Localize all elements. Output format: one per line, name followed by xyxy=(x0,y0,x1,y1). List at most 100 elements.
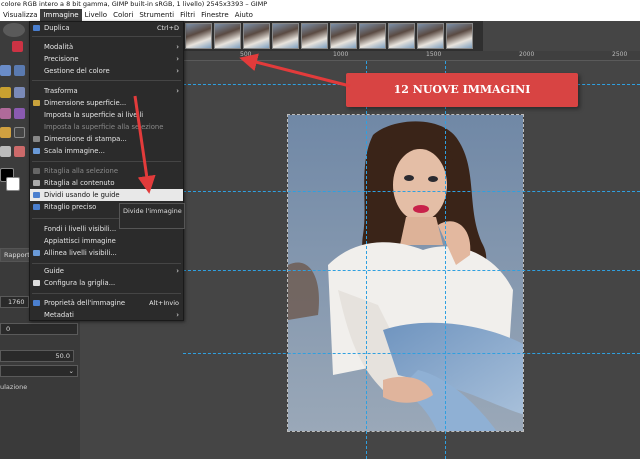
text-tool-icon[interactable] xyxy=(14,146,25,157)
menu-separator xyxy=(32,293,181,294)
menubar: Visualizza Immagine Livello Colori Strumenti… xyxy=(0,9,640,21)
image-thumbnail[interactable] xyxy=(359,23,386,49)
width-field[interactable]: 1760 xyxy=(0,296,29,308)
menu-filtri[interactable]: Filtri xyxy=(177,9,198,21)
menu-item-scala-immagine[interactable]: Scala immagine... xyxy=(30,145,183,157)
menu-item-label: Imposta la superficie ai livelli xyxy=(44,111,144,119)
image-thumbnail[interactable] xyxy=(214,23,241,49)
crop-icon xyxy=(33,180,40,186)
image-thumbnail[interactable] xyxy=(185,23,212,49)
image-thumbnail[interactable] xyxy=(417,23,444,49)
menu-item-gestione-colore[interactable]: Gestione del colore › xyxy=(30,65,183,77)
menu-aiuto[interactable]: Aiuto xyxy=(232,9,256,21)
menu-item-label: Ritaglio preciso xyxy=(44,203,97,211)
grid-icon xyxy=(33,280,40,286)
portrait-image xyxy=(288,115,523,431)
ruler-label: 1000 xyxy=(333,51,349,58)
menu-item-label: Ritaglia al contenuto xyxy=(44,179,115,187)
menu-item-ritaglia-contenuto[interactable]: Ritaglia al contenuto xyxy=(30,177,183,189)
scale-image-icon xyxy=(33,148,40,154)
menu-item-dimensione-stampa[interactable]: Dimensione di stampa... xyxy=(30,133,183,145)
window-title: colore RGB intero a 8 bit gamma, GIMP bu… xyxy=(0,0,640,9)
dodge-tool-icon[interactable] xyxy=(0,146,11,157)
angle-value: 0 xyxy=(6,325,11,333)
image-thumbnail[interactable] xyxy=(388,23,415,49)
menu-item-duplica[interactable]: Duplica Ctrl+D xyxy=(30,22,183,34)
menu-item-label: Fondi i livelli visibili... xyxy=(44,225,117,233)
crop-icon xyxy=(33,168,40,174)
menu-livello[interactable]: Livello xyxy=(82,9,110,21)
menu-item-guide[interactable]: Guide › xyxy=(30,265,183,277)
menu-item-label: Trasforma xyxy=(44,87,78,95)
transform-tool-icon[interactable] xyxy=(0,87,11,98)
paint-tool-icon[interactable] xyxy=(0,108,11,119)
shortcut-label: Alt+Invio xyxy=(149,299,179,307)
mode-dropdown[interactable]: ⌄ xyxy=(0,365,78,377)
menu-item-metadati[interactable]: Metadati › xyxy=(30,309,183,321)
menu-item-label: Appiattisci immagine xyxy=(44,237,116,245)
tab-rapporto[interactable]: Rapporto xyxy=(0,248,30,262)
fuzzy-select-icon[interactable] xyxy=(12,41,23,52)
chevron-right-icon: › xyxy=(176,87,179,95)
menu-immagine[interactable]: Immagine xyxy=(40,9,82,21)
menu-colori[interactable]: Colori xyxy=(110,9,136,21)
guide-line[interactable] xyxy=(183,270,640,271)
image-thumbnail-strip xyxy=(183,21,483,51)
heal-tool-icon[interactable] xyxy=(14,127,25,138)
menu-separator xyxy=(32,80,181,81)
menu-separator xyxy=(32,263,181,264)
slice-icon xyxy=(33,192,40,198)
menu-item-configura-griglia[interactable]: Configura la griglia... xyxy=(30,277,183,289)
duplicate-icon xyxy=(33,25,40,31)
perspective-tool-icon[interactable] xyxy=(14,87,25,98)
align-tool-icon[interactable] xyxy=(14,65,25,76)
menu-item-imposta-superficie-livelli[interactable]: Imposta la superficie ai livelli xyxy=(30,109,183,121)
guide-line[interactable] xyxy=(183,191,640,192)
annotation-banner: 12 NUOVE IMMAGINI xyxy=(346,73,578,107)
menu-item-appiattisci[interactable]: Appiattisci immagine xyxy=(30,235,183,247)
chevron-right-icon: › xyxy=(176,43,179,51)
menu-item-label: Scala immagine... xyxy=(44,147,105,155)
menu-separator xyxy=(32,36,181,37)
width-value: 1760 xyxy=(8,298,25,306)
menu-item-label: Imposta la superficie alla selezione xyxy=(44,123,164,131)
image-thumbnail[interactable] xyxy=(330,23,357,49)
image-menu: Duplica Ctrl+D Modalità › Precisione › G… xyxy=(29,21,184,321)
menu-item-label: Proprietà dell'immagine xyxy=(44,299,126,307)
menu-visualizza[interactable]: Visualizza xyxy=(0,9,40,21)
menu-item-dividi-guide[interactable]: Dividi usando le guide xyxy=(30,189,183,201)
image-thumbnail[interactable] xyxy=(446,23,473,49)
menu-item-imposta-superficie-selezione[interactable]: Imposta la superficie alla selezione xyxy=(30,121,183,133)
opacity-field[interactable]: 50.0 xyxy=(0,350,74,362)
menu-item-label: Dimensione superficie... xyxy=(44,99,127,107)
menu-item-label: Dimensione di stampa... xyxy=(44,135,127,143)
image-thumbnail[interactable] xyxy=(301,23,328,49)
chevron-right-icon: › xyxy=(176,67,179,75)
angle-field[interactable]: 0 xyxy=(0,323,78,335)
menu-item-precisione[interactable]: Precisione › xyxy=(30,53,183,65)
menu-strumenti[interactable]: Strumenti xyxy=(136,9,177,21)
clone-tool-icon[interactable] xyxy=(0,127,11,138)
image-thumbnail[interactable] xyxy=(272,23,299,49)
section-label: ulazione xyxy=(0,383,28,391)
menu-finestre[interactable]: Finestre xyxy=(198,9,232,21)
guide-line[interactable] xyxy=(183,353,640,354)
guide-line[interactable] xyxy=(445,61,446,459)
guide-line[interactable] xyxy=(366,61,367,459)
menu-item-label: Guide xyxy=(44,267,64,275)
menu-item-trasforma[interactable]: Trasforma › xyxy=(30,85,183,97)
menu-item-dimensione-superficie[interactable]: Dimensione superficie... xyxy=(30,97,183,109)
background-color-swatch[interactable] xyxy=(6,177,20,191)
ruler-label: 2500 xyxy=(612,51,628,58)
menu-item-ritaglia-selezione[interactable]: Ritaglia alla selezione xyxy=(30,165,183,177)
menu-item-label: Metadati xyxy=(44,311,74,319)
menu-item-modalita[interactable]: Modalità › xyxy=(30,41,183,53)
image-thumbnail[interactable] xyxy=(243,23,270,49)
smudge-tool-icon[interactable] xyxy=(14,108,25,119)
move-tool-icon[interactable] xyxy=(0,65,11,76)
menu-item-allinea-livelli[interactable]: Allinea livelli visibili... xyxy=(30,247,183,259)
chevron-right-icon: › xyxy=(176,267,179,275)
shortcut-label: Ctrl+D xyxy=(156,24,179,32)
menu-item-proprieta[interactable]: Proprietà dell'immagine Alt+Invio xyxy=(30,297,183,309)
opacity-value: 50.0 xyxy=(55,352,70,360)
